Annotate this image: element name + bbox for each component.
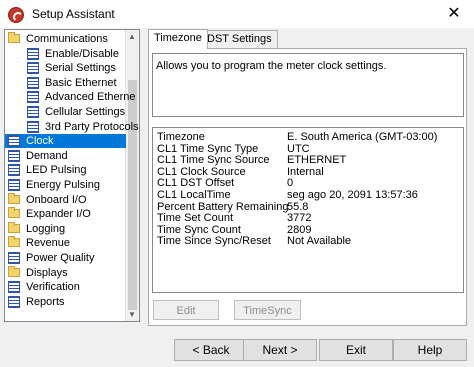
grid-icon: [27, 47, 39, 60]
tree-item-energy-pulsing[interactable]: Energy Pulsing: [5, 178, 126, 192]
grid-icon: [27, 120, 39, 133]
grid-icon: [8, 252, 20, 264]
scroll-up-icon[interactable]: ▲: [128, 32, 136, 41]
info-key: CL1 Clock Source: [157, 165, 246, 178]
close-button[interactable]: ✕: [444, 4, 464, 24]
info-value: 2809: [287, 223, 312, 236]
back-button[interactable]: < Back: [174, 339, 248, 361]
tree-item-label: Serial Settings: [45, 62, 116, 75]
tab-timezone[interactable]: Timezone: [148, 29, 208, 49]
info-key: CL1 Time Sync Source: [157, 154, 270, 167]
tree-item-reports[interactable]: Reports: [5, 295, 126, 309]
info-value: Internal: [287, 165, 324, 178]
timesync-button[interactable]: TimeSync: [234, 300, 301, 320]
tree-item-power-quality[interactable]: Power Quality: [5, 251, 126, 265]
tree-item-onboard-i-o[interactable]: Onboard I/O: [5, 192, 126, 207]
tree-item-verification[interactable]: Verification: [5, 280, 126, 294]
info-key: Time Since Sync/Reset: [157, 235, 271, 248]
info-key: Percent Battery Remaining: [157, 200, 289, 213]
folder-icon: [8, 192, 20, 204]
tree-item-label: Verification: [26, 281, 80, 294]
exit-button[interactable]: Exit: [319, 339, 393, 361]
tree-item-label: 3rd Party Protocols: [45, 120, 139, 133]
tree-item-revenue[interactable]: Revenue: [5, 236, 126, 250]
app-logo-icon: [8, 7, 24, 23]
folder-icon: [8, 221, 20, 233]
next-button[interactable]: Next >: [243, 339, 317, 361]
window-title: Setup Assistant: [32, 7, 115, 21]
grid-icon: [27, 91, 39, 104]
tree-item-label: Basic Ethernet: [45, 76, 117, 89]
tree-item-communications[interactable]: Communications: [5, 32, 126, 46]
tree-item-led-pulsing[interactable]: LED Pulsing: [5, 163, 126, 177]
tree-item-label: Displays: [26, 266, 68, 279]
tree-item-label: LED Pulsing: [26, 164, 87, 177]
tree-item-label: Power Quality: [26, 252, 95, 264]
tree-item-enable-disable[interactable]: Enable/Disable: [5, 47, 126, 61]
grid-icon: [27, 62, 39, 75]
description-box: Allows you to program the meter clock se…: [152, 53, 464, 117]
folder-icon: [8, 236, 20, 248]
timezone-panel: Allows you to program the meter clock se…: [148, 48, 467, 326]
tree-item-3rd-party-protocols[interactable]: 3rd Party Protocols: [5, 120, 139, 134]
scroll-down-icon[interactable]: ▼: [128, 310, 136, 319]
info-value: Not Available: [287, 235, 352, 248]
tree-item-label: Enable/Disable: [45, 47, 119, 60]
wizard-footer: < Back Next > Exit Help: [0, 330, 474, 367]
grid-icon: [8, 295, 20, 308]
navigation-tree[interactable]: ▲ ▼ Communications Enable/Disable Serial S…: [4, 29, 140, 322]
folder-icon: [8, 32, 20, 43]
info-value: 3772: [287, 212, 312, 225]
tree-item-label: Onboard I/O: [26, 193, 87, 206]
info-value: UTC: [287, 142, 310, 155]
grid-icon: [27, 76, 39, 89]
tree-item-label: Revenue: [26, 237, 71, 250]
tree-item-label: Reports: [26, 295, 65, 308]
tree-item-label: Demand: [26, 149, 68, 162]
info-value: 55.8: [287, 200, 309, 213]
tree-item-advanced-etherne[interactable]: Advanced Etherne: [5, 90, 136, 104]
grid-icon: [27, 106, 39, 118]
title-bar: Setup Assistant ✕: [0, 0, 474, 28]
tree-item-logging[interactable]: Logging: [5, 221, 126, 236]
info-key: CL1 Time Sync Type: [157, 142, 259, 155]
tree-scrollbar[interactable]: ▲ ▼: [125, 30, 139, 321]
grid-icon: [8, 135, 20, 148]
info-key: CL1 DST Offset: [157, 177, 235, 190]
info-key: Time Sync Count: [157, 223, 241, 236]
tree-item-label: Cellular Settings: [45, 106, 126, 118]
tree-item-basic-ethernet[interactable]: Basic Ethernet: [5, 76, 126, 90]
tree-item-clock[interactable]: Clock: [5, 134, 126, 149]
folder-icon: [8, 207, 20, 219]
tree-item-demand[interactable]: Demand: [5, 149, 126, 163]
grid-icon: [8, 179, 20, 191]
scroll-thumb[interactable]: [128, 80, 137, 310]
tree-item-label: Advanced Etherne: [45, 91, 136, 104]
info-key: CL1 LocalTime: [157, 189, 231, 201]
info-value: seg ago 20, 2091 13:57:36: [287, 189, 418, 201]
tree-item-label: Clock: [26, 135, 54, 148]
tree-item-label: Communications: [26, 33, 108, 45]
tree-item-label: Expander I/O: [26, 208, 91, 221]
info-value: 0: [287, 177, 294, 190]
tree-item-serial-settings[interactable]: Serial Settings: [5, 61, 126, 75]
tab-dst-settings[interactable]: DST Settings: [201, 30, 278, 48]
grid-icon: [8, 164, 20, 177]
tree-item-label: Energy Pulsing: [26, 179, 100, 191]
tree-item-displays[interactable]: Displays: [5, 265, 126, 280]
grid-icon: [8, 149, 20, 162]
edit-button[interactable]: Edit: [153, 300, 219, 320]
info-key: Time Set Count: [157, 212, 234, 225]
tree-item-expander-i-o[interactable]: Expander I/O: [5, 207, 126, 221]
info-value: E. South America (GMT-03:00): [287, 131, 438, 143]
folder-icon: [8, 265, 20, 277]
tree-item-cellular-settings[interactable]: Cellular Settings: [5, 105, 126, 119]
clock-info-box: Timezone E. South America (GMT-03:00) CL1 …: [152, 127, 464, 293]
info-key: Timezone: [157, 131, 205, 143]
grid-icon: [8, 281, 20, 294]
info-value: ETHERNET: [287, 154, 347, 167]
tree-item-label: Logging: [26, 222, 66, 235]
help-button[interactable]: Help: [393, 339, 467, 361]
